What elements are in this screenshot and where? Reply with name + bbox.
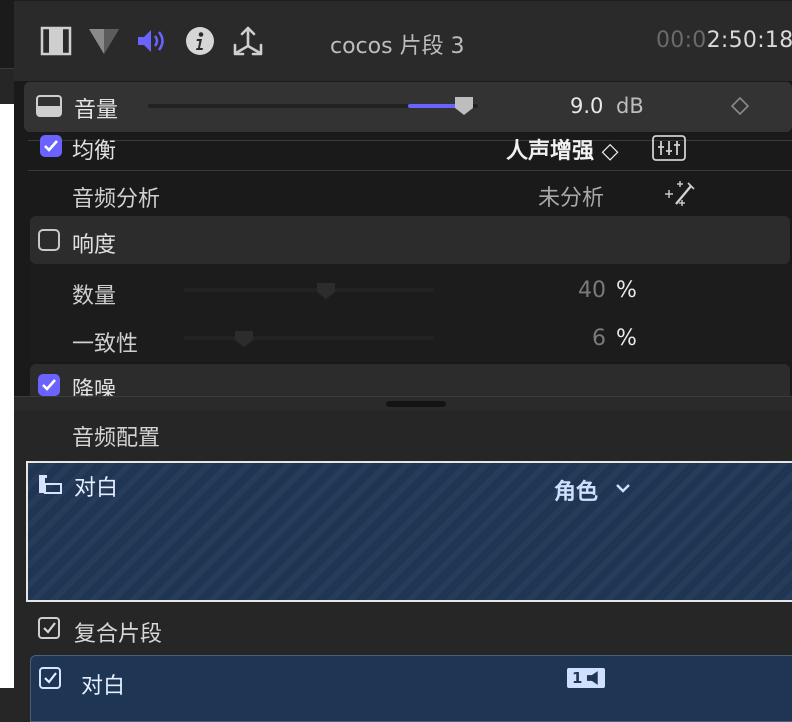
loudness-uniformity-unit: %	[616, 326, 637, 351]
equalization-label: 均衡	[72, 139, 117, 164]
noise-reduction-label: 降噪	[72, 378, 117, 398]
role-menu[interactable]: 角色	[554, 474, 598, 506]
share-icon[interactable]	[230, 23, 266, 59]
volume-section-icon[interactable]	[36, 95, 62, 121]
splitter-handle[interactable]	[386, 401, 446, 407]
role-component-box[interactable]: 对白 角色	[26, 461, 792, 602]
loudness-section-header: 响度	[30, 216, 790, 264]
volume-label: 音量	[74, 98, 119, 123]
timecode: 00:02:50:18	[656, 28, 792, 53]
left-panel-viewer	[0, 104, 14, 688]
audio-configuration-title: 音频配置	[72, 426, 161, 451]
loudness-uniformity-knob[interactable]	[234, 330, 254, 352]
equalizer-icon[interactable]	[652, 135, 686, 165]
volume-unit: dB	[616, 94, 644, 118]
channel-badge-number: 1	[572, 669, 583, 687]
audio-analysis-status: 未分析	[538, 186, 605, 211]
keyframe-diamond-icon[interactable]	[730, 96, 750, 116]
channel-badge: 1	[567, 668, 605, 688]
role-component-icon	[38, 473, 62, 499]
role-component-label: 对白	[74, 476, 119, 501]
compound-clip-checkbox[interactable]	[38, 617, 60, 639]
loudness-checkbox[interactable]	[38, 229, 60, 251]
loudness-amount-unit: %	[616, 278, 637, 303]
noise-reduction-section-header: 降噪	[30, 364, 790, 398]
magic-wand-icon[interactable]	[664, 180, 696, 212]
clip-title: cocos 片段 3	[330, 34, 465, 59]
equalization-row: 均衡 人声增强 ◇	[14, 133, 792, 169]
chevron-down-icon[interactable]	[614, 479, 632, 498]
loudness-amount-knob[interactable]	[316, 282, 336, 304]
equalization-checkbox[interactable]	[40, 135, 62, 157]
sub-component-checkbox[interactable]	[39, 667, 61, 689]
sub-component-box[interactable]: 对白 1	[30, 655, 792, 722]
loudness-uniformity-slider[interactable]	[184, 336, 434, 340]
volume-row: 音量 9.0 dB	[24, 82, 792, 132]
loudness-amount-label: 数量	[72, 284, 117, 309]
loudness-label: 响度	[72, 233, 117, 258]
divider	[28, 170, 792, 171]
volume-slider-knob[interactable]	[454, 96, 474, 116]
film-icon[interactable]	[38, 23, 74, 59]
loudness-section-body: 数量 40 % 一致性 6 %	[30, 264, 792, 362]
audio-analysis-label: 音频分析	[72, 187, 161, 212]
info-icon[interactable]	[182, 23, 218, 59]
volume-value[interactable]: 9.0	[570, 94, 603, 118]
audio-icon[interactable]	[134, 23, 170, 59]
loudness-uniformity-value[interactable]: 6	[592, 326, 606, 351]
role-menu-label: 角色	[554, 480, 599, 505]
timecode-value: 2:50:18	[706, 28, 792, 53]
compound-clip-label: 复合片段	[74, 622, 163, 647]
left-panel-header	[0, 0, 14, 69]
sub-component-label: 对白	[81, 674, 126, 699]
timecode-leading: 00:0	[656, 28, 707, 53]
color-icon[interactable]	[86, 23, 122, 59]
noise-reduction-checkbox[interactable]	[38, 374, 60, 396]
loudness-uniformity-label: 一致性	[72, 332, 139, 357]
equalization-preset-menu[interactable]: 人声增强 ◇	[506, 133, 619, 165]
loudness-amount-slider[interactable]	[184, 288, 434, 292]
speaker-icon	[587, 671, 599, 685]
loudness-amount-value[interactable]: 40	[578, 278, 606, 303]
